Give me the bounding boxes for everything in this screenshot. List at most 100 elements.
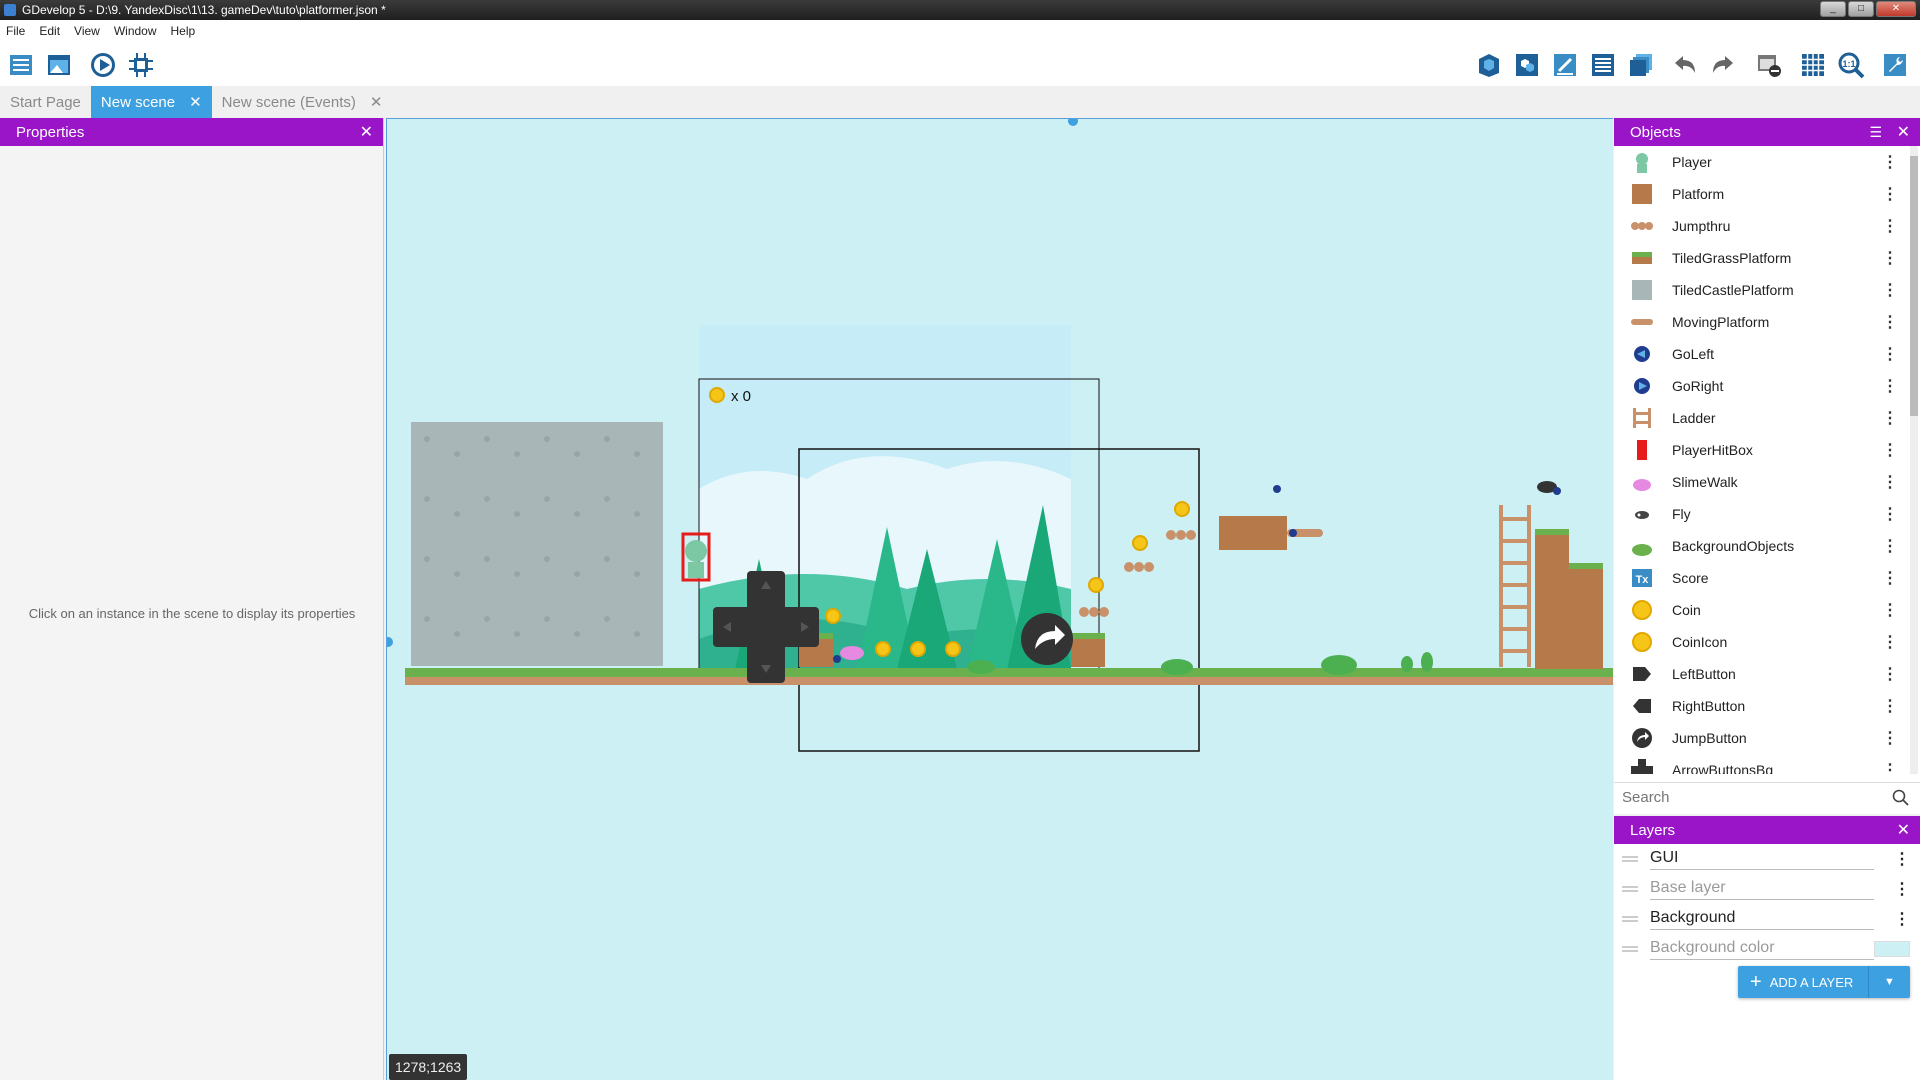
object-item-arrowbuttonsbg[interactable]: ArrowButtonsBg ⋮: [1614, 754, 1920, 774]
jump-button[interactable]: [1021, 613, 1073, 665]
object-item-playerhitbox[interactable]: PlayerHitBox ⋮: [1614, 434, 1920, 466]
search-input[interactable]: [1622, 789, 1882, 806]
redo-icon[interactable]: [1708, 50, 1738, 80]
object-item-player[interactable]: Player ⋮: [1614, 146, 1920, 178]
object-item-backgroundobjects[interactable]: BackgroundObjects ⋮: [1614, 530, 1920, 562]
properties-panel-icon[interactable]: [1550, 50, 1580, 80]
more-options-icon[interactable]: ⋮: [1882, 184, 1898, 204]
grid-icon[interactable]: [1798, 50, 1828, 80]
more-options-icon[interactable]: ⋮: [1882, 632, 1898, 652]
object-item-coinicon[interactable]: CoinIcon ⋮: [1614, 626, 1920, 658]
close-window-button[interactable]: ✕: [1876, 1, 1916, 17]
menu-help[interactable]: Help: [171, 24, 196, 38]
preview-play-icon[interactable]: [88, 50, 118, 80]
more-options-icon[interactable]: ⋮: [1882, 728, 1898, 748]
tab-new-scene[interactable]: New scene ✕: [90, 86, 212, 118]
more-options-icon[interactable]: ⋮: [1882, 344, 1898, 364]
goleft-marker[interactable]: [833, 655, 841, 663]
undo-icon[interactable]: [1670, 50, 1700, 80]
more-options-icon[interactable]: ⋮: [1882, 312, 1898, 332]
object-item-goright[interactable]: GoRight ⋮: [1614, 370, 1920, 402]
more-options-icon[interactable]: ⋮: [1882, 536, 1898, 556]
resize-handle-top[interactable]: [1068, 119, 1078, 126]
more-options-icon[interactable]: ⋮: [1882, 152, 1898, 172]
more-options-icon[interactable]: ⋮: [1882, 216, 1898, 236]
objects-panel-icon[interactable]: [1474, 50, 1504, 80]
resize-handle-left[interactable]: [387, 637, 393, 647]
tower-platforms[interactable]: [1535, 529, 1603, 669]
settings-icon[interactable]: [1880, 50, 1910, 80]
close-tab-icon[interactable]: ✕: [370, 93, 383, 111]
delete-icon[interactable]: [1754, 50, 1784, 80]
close-icon[interactable]: ✕: [360, 122, 373, 142]
scene-editor-icon[interactable]: [44, 50, 74, 80]
close-tab-icon[interactable]: ✕: [189, 93, 202, 111]
object-item-jumpthru[interactable]: Jumpthru ⋮: [1614, 210, 1920, 242]
more-options-icon[interactable]: ⋮: [1894, 879, 1910, 899]
layer-row-background[interactable]: Background ⋮: [1614, 904, 1920, 934]
minimize-button[interactable]: _: [1820, 1, 1846, 17]
objects-scrollbar[interactable]: [1910, 146, 1918, 774]
object-item-rightbutton[interactable]: RightButton ⋮: [1614, 690, 1920, 722]
scene-canvas[interactable]: x 0 1278;1263: [386, 118, 1613, 1080]
layer-name[interactable]: Background: [1650, 909, 1874, 930]
more-options-icon[interactable]: ⋮: [1882, 440, 1898, 460]
goright-marker[interactable]: [1289, 529, 1297, 537]
more-options-icon[interactable]: ⋮: [1882, 760, 1898, 774]
tab-new-scene-events[interactable]: New scene (Events) ✕: [212, 86, 393, 118]
object-item-movingplatform[interactable]: MovingPlatform ⋮: [1614, 306, 1920, 338]
zoom-icon[interactable]: 1:1: [1836, 50, 1866, 80]
layer-row-base[interactable]: Base layer ⋮: [1614, 874, 1920, 904]
object-item-ladder[interactable]: Ladder ⋮: [1614, 402, 1920, 434]
layer-name[interactable]: GUI: [1650, 849, 1874, 870]
menu-edit[interactable]: Edit: [39, 24, 60, 38]
object-item-coin[interactable]: Coin ⋮: [1614, 594, 1920, 626]
more-options-icon[interactable]: ⋮: [1882, 376, 1898, 396]
instances-list-icon[interactable]: [1588, 50, 1618, 80]
layers-panel-icon[interactable]: [1626, 50, 1656, 80]
close-icon[interactable]: ✕: [1897, 122, 1910, 142]
menu-view[interactable]: View: [74, 24, 100, 38]
ladder-instance[interactable]: [1499, 505, 1531, 667]
slime-instance[interactable]: [840, 646, 864, 660]
search-icon[interactable]: [1892, 789, 1910, 807]
object-item-tiledcastleplatform[interactable]: TiledCastlePlatform ⋮: [1614, 274, 1920, 306]
debugger-icon[interactable]: [126, 50, 156, 80]
fly-instance[interactable]: [1537, 481, 1561, 495]
layer-row-gui[interactable]: GUI ⋮: [1614, 844, 1920, 874]
close-icon[interactable]: ✕: [1897, 820, 1910, 840]
more-options-icon[interactable]: ⋮: [1882, 472, 1898, 492]
dropdown-arrow-icon[interactable]: ▼: [1868, 966, 1910, 998]
object-item-fly[interactable]: Fly ⋮: [1614, 498, 1920, 530]
object-item-slimewalk[interactable]: SlimeWalk ⋮: [1614, 466, 1920, 498]
object-item-leftbutton[interactable]: LeftButton ⋮: [1614, 658, 1920, 690]
more-options-icon[interactable]: ⋮: [1894, 909, 1910, 929]
more-options-icon[interactable]: ⋮: [1882, 600, 1898, 620]
tab-start-page[interactable]: Start Page: [0, 86, 91, 118]
more-options-icon[interactable]: ⋮: [1882, 408, 1898, 428]
more-options-icon[interactable]: ⋮: [1882, 504, 1898, 524]
menu-file[interactable]: File: [6, 24, 25, 38]
drag-handle-icon[interactable]: [1622, 856, 1638, 862]
tiled-grass-platform[interactable]: [405, 668, 1613, 685]
score-text[interactable]: x 0: [731, 388, 751, 405]
more-options-icon[interactable]: ⋮: [1882, 248, 1898, 268]
layer-name[interactable]: Base layer: [1650, 879, 1874, 900]
project-manager-icon[interactable]: [6, 50, 36, 80]
more-options-icon[interactable]: ⋮: [1882, 568, 1898, 588]
object-item-tiledgrassplatform[interactable]: TiledGrassPlatform ⋮: [1614, 242, 1920, 274]
object-item-jumpbutton[interactable]: JumpButton ⋮: [1614, 722, 1920, 754]
background-color-swatch[interactable]: [1874, 941, 1910, 957]
maximize-button[interactable]: □: [1848, 1, 1874, 17]
more-options-icon[interactable]: ⋮: [1882, 664, 1898, 684]
object-groups-icon[interactable]: [1512, 50, 1542, 80]
more-options-icon[interactable]: ⋮: [1882, 280, 1898, 300]
menu-window[interactable]: Window: [114, 24, 157, 38]
goright-marker-2[interactable]: [1273, 485, 1281, 493]
object-item-platform[interactable]: Platform ⋮: [1614, 178, 1920, 210]
object-item-score[interactable]: Tx Score ⋮: [1614, 562, 1920, 594]
more-options-icon[interactable]: ⋮: [1882, 696, 1898, 716]
add-layer-button[interactable]: + ADD A LAYER ▼: [1738, 966, 1910, 998]
drag-handle-icon[interactable]: [1622, 886, 1638, 892]
drag-handle-icon[interactable]: [1622, 916, 1638, 922]
